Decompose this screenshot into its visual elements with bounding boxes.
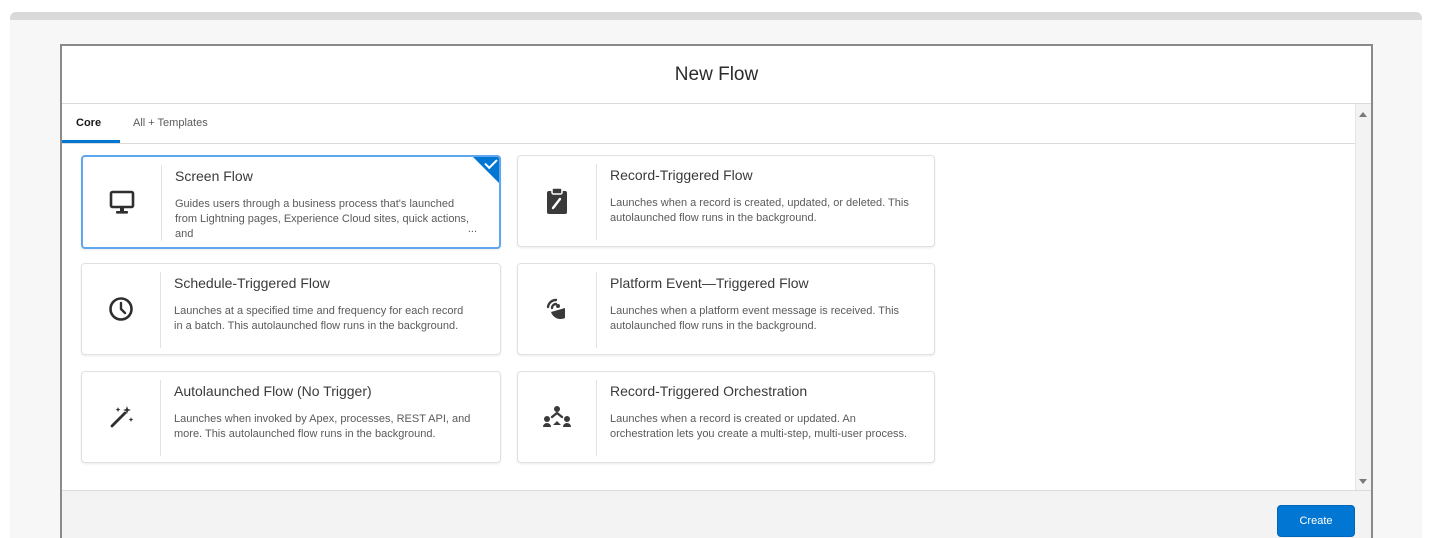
card-description: Launches when invoked by Apex, processes…: [174, 413, 471, 440]
modal-header: New Flow: [62, 46, 1371, 104]
flow-card-record-triggered-flow[interactable]: Record-Triggered Flow Launches when a re…: [517, 155, 935, 247]
active-tab-indicator: [62, 140, 120, 143]
tab-core[interactable]: Core: [76, 116, 101, 142]
flow-card-screen-flow[interactable]: Screen Flow Guides users through a busin…: [81, 155, 501, 249]
vertical-scrollbar[interactable]: [1355, 104, 1371, 490]
desktop-icon: [109, 190, 135, 214]
card-divider: [160, 380, 161, 456]
card-divider: [161, 165, 162, 241]
card-description: Launches when a record is created or upd…: [610, 413, 908, 440]
clock-icon: [109, 297, 133, 321]
scroll-up-arrow-icon[interactable]: [1359, 112, 1367, 117]
modal-title: New Flow: [674, 63, 759, 85]
flow-card-schedule-triggered-flow[interactable]: Schedule-Triggered Flow Launches at a sp…: [81, 263, 501, 355]
card-title: Record-Triggered Flow: [610, 167, 753, 183]
tab-all-templates[interactable]: All + Templates: [133, 116, 208, 142]
card-description: Launches at a specified time and frequen…: [174, 305, 464, 332]
card-title: Record-Triggered Orchestration: [610, 383, 808, 399]
card-description: Launches when a platform event message i…: [610, 305, 900, 332]
description-ellipsis: ...: [467, 223, 477, 235]
create-button[interactable]: Create: [1277, 505, 1355, 537]
card-divider: [596, 272, 597, 348]
card-title: Autolaunched Flow (No Trigger): [174, 383, 372, 399]
orchestration-icon: [543, 406, 571, 427]
card-title: Platform Event—Triggered Flow: [610, 275, 809, 291]
new-flow-modal: New Flow Core All + Templates Screen Flo…: [60, 44, 1373, 538]
broadcast-icon: [546, 298, 565, 320]
card-description: Launches when a record is created, updat…: [610, 197, 909, 224]
card-title: Screen Flow: [175, 168, 253, 184]
clipboard-icon: [547, 187, 567, 214]
card-divider: [596, 380, 597, 456]
magic-wand-icon: [110, 406, 134, 428]
scroll-down-arrow-icon[interactable]: [1359, 479, 1367, 484]
modal-footer: Create: [62, 490, 1371, 538]
flow-card-record-triggered-orchestration[interactable]: Record-Triggered Orchestration Launches …: [517, 371, 935, 463]
tab-bar: Core All + Templates: [62, 104, 1355, 144]
flow-card-platform-event-triggered-flow[interactable]: Platform Event—Triggered Flow Launches w…: [517, 263, 935, 355]
card-title: Schedule-Triggered Flow: [174, 275, 330, 291]
card-divider: [160, 272, 161, 348]
card-divider: [596, 164, 597, 240]
flow-card-autolaunched-flow[interactable]: Autolaunched Flow (No Trigger) Launches …: [81, 371, 501, 463]
card-description: Guides users through a business process …: [175, 198, 470, 240]
